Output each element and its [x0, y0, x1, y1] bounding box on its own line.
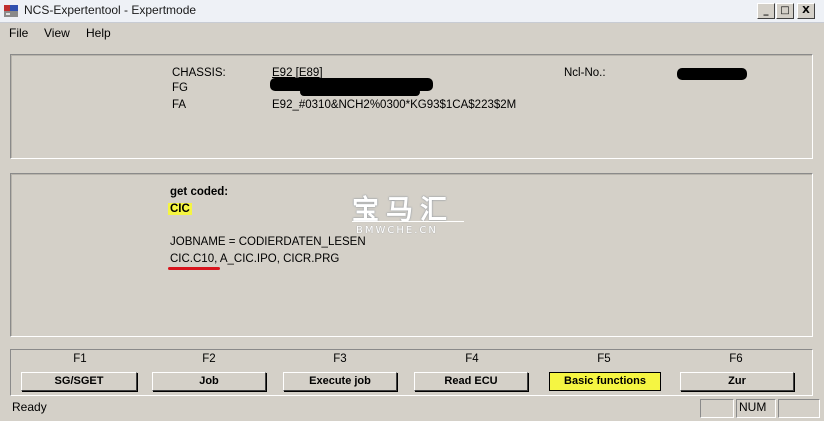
status-cell-empty — [700, 399, 734, 418]
file-rest: , A_CIC.IPO, CICR.PRG — [214, 253, 340, 265]
module-name: CIC — [168, 203, 192, 215]
fg-label: FG — [172, 82, 188, 94]
red-underline-mark — [168, 267, 220, 270]
execute-job-button[interactable]: Execute job — [283, 372, 397, 391]
fkey-f3-label: F3 — [333, 353, 347, 365]
window-title: NCS-Expertentool - Expertmode — [24, 3, 197, 17]
fkey-f2-label: F2 — [202, 353, 216, 365]
minimize-button[interactable]: _ — [757, 3, 775, 19]
status-cell-num: NUM — [736, 399, 776, 418]
chassis-label: CHASSIS: — [172, 67, 226, 79]
menu-file[interactable]: File — [9, 26, 28, 40]
app-icon — [4, 5, 18, 17]
fa-value: E92_#0310&NCH2%0300*KG93$1CA$223$2M — [272, 99, 517, 111]
jobname-line: JOBNAME = CODIERDATEN_LESEN — [170, 236, 366, 248]
menu-bar: File View Help — [0, 23, 824, 43]
fg-redaction-secondary — [300, 88, 420, 96]
ncs-expertentool-window: NCS-Expertentool - Expertmode _ □ X File… — [0, 0, 824, 421]
fkey-f4-label: F4 — [465, 353, 479, 365]
status-cell-scroll — [778, 399, 820, 418]
job-button[interactable]: Job — [152, 372, 266, 391]
fkey-f1-label: F1 — [73, 353, 87, 365]
fkey-f5-label: F5 — [597, 353, 611, 365]
status-text: Ready — [12, 400, 47, 414]
menu-view[interactable]: View — [44, 26, 70, 40]
fa-label: FA — [172, 99, 187, 111]
fkey-f6-label: F6 — [729, 353, 743, 365]
sg-sget-button[interactable]: SG/SGET — [21, 372, 137, 391]
ncl-redaction — [677, 68, 747, 80]
title-bar[interactable]: NCS-Expertentool - Expertmode _ □ X — [0, 0, 824, 23]
close-button[interactable]: X — [797, 3, 815, 19]
basic-functions-button[interactable]: Basic functions — [549, 372, 661, 391]
get-coded-label: get coded: — [170, 186, 229, 198]
maximize-button[interactable]: □ — [776, 3, 794, 19]
menu-help[interactable]: Help — [86, 26, 111, 40]
num-lock-indicator: NUM — [739, 400, 767, 414]
read-ecu-button[interactable]: Read ECU — [414, 372, 528, 391]
ncl-label: Ncl-No.: — [564, 67, 606, 79]
file-highlight: CIC.C10 — [170, 253, 215, 265]
file-list: CIC.C10, A_CIC.IPO, CICR.PRG — [170, 253, 339, 265]
result-panel — [10, 173, 813, 337]
status-bar: Ready NUM — [0, 398, 824, 420]
zur-button[interactable]: Zur — [680, 372, 794, 391]
